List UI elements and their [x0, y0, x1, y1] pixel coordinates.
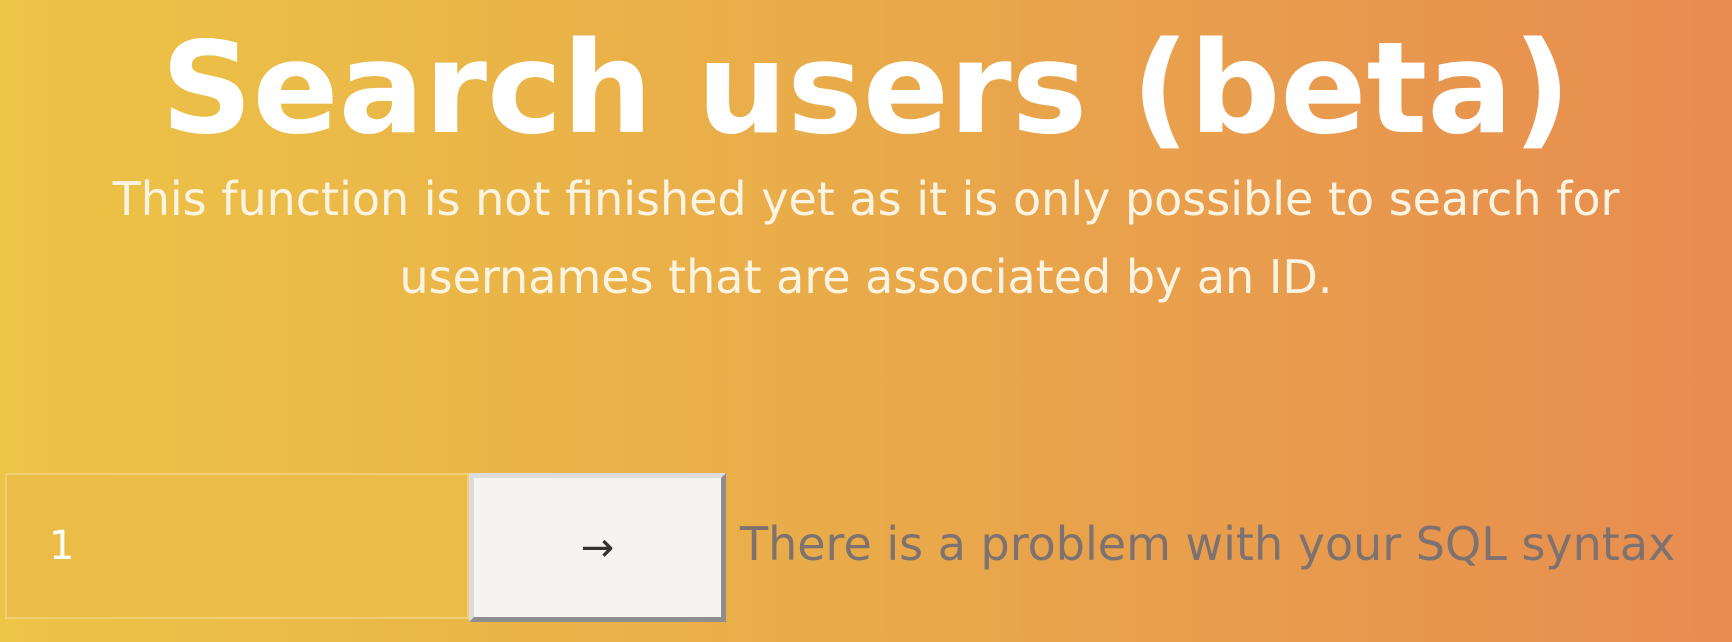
error-message: There is a problem with your SQL syntax	[740, 517, 1676, 571]
page-description: This function is not finished yet as it …	[112, 172, 1620, 304]
page-title: Search users (beta)	[161, 14, 1571, 162]
submit-button[interactable]: →	[469, 473, 726, 622]
arrow-right-icon: →	[580, 524, 615, 571]
search-input[interactable]	[5, 473, 469, 619]
